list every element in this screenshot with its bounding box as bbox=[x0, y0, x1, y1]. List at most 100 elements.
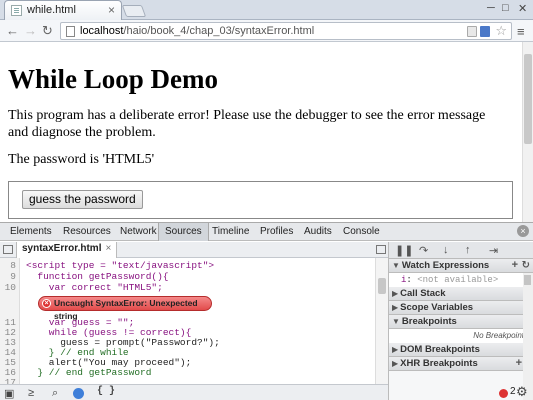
guess-password-button[interactable]: guess the password bbox=[22, 190, 143, 209]
watch-value: <not available> bbox=[417, 275, 499, 285]
collapse-triangle-icon: ▶ bbox=[392, 289, 399, 298]
pause-on-exceptions-icon[interactable] bbox=[73, 388, 84, 399]
collapse-triangle-icon: ▶ bbox=[392, 303, 399, 312]
minimize-icon[interactable]: ─ bbox=[487, 2, 495, 14]
line-number[interactable]: 9 bbox=[0, 272, 16, 282]
no-breakpoints-text: No Breakpoints bbox=[389, 329, 533, 343]
sidebar-toggle-icon[interactable] bbox=[3, 245, 13, 254]
debugger-toggle-icon[interactable] bbox=[376, 245, 386, 254]
devtools-close-icon[interactable]: × bbox=[517, 225, 529, 237]
code-text: function getPassword(){ bbox=[26, 271, 169, 282]
file-tab[interactable]: syntaxError.html × bbox=[16, 242, 118, 258]
debugger-toolbar: ❚❚ ↷ ↓ ↑ ⇥ bbox=[389, 242, 533, 259]
new-tab-button[interactable] bbox=[121, 5, 147, 17]
button-container: guess the password bbox=[8, 181, 513, 219]
watch-item[interactable]: i: <not available> bbox=[389, 273, 533, 287]
page-title: While Loop Demo bbox=[8, 64, 219, 94]
tab-resources[interactable]: Resources bbox=[63, 226, 111, 237]
url-text[interactable]: localhost/haio/book_4/chap_03/syntaxErro… bbox=[80, 25, 314, 37]
step-over-icon[interactable]: ↷ bbox=[419, 244, 428, 257]
debugger-scrollbar[interactable] bbox=[523, 273, 533, 400]
bookmark-star-icon[interactable]: ☆ bbox=[495, 23, 507, 39]
watch-name: i bbox=[401, 275, 407, 285]
tab-console[interactable]: Console bbox=[343, 226, 380, 237]
debugger-sidebar: ❚❚ ↷ ↓ ↑ ⇥ ▼ Watch Expressions + ↻ i: <not … bbox=[388, 242, 533, 400]
code-scrollbar[interactable] bbox=[375, 258, 388, 384]
page-favicon-icon bbox=[11, 5, 22, 16]
deactivate-breakpoints-icon[interactable]: ⇥ bbox=[489, 244, 498, 257]
tab-audits[interactable]: Audits bbox=[304, 226, 332, 237]
debugger-scroll-thumb[interactable] bbox=[524, 275, 531, 285]
code-text: <script type = "text/javascript"> bbox=[26, 260, 215, 271]
code-scroll-thumb[interactable] bbox=[378, 278, 386, 294]
section-watch-expressions[interactable]: ▼ Watch Expressions + ↻ bbox=[389, 259, 533, 273]
error-count-icon[interactable] bbox=[499, 389, 508, 398]
line-number[interactable]: 8 bbox=[0, 261, 16, 271]
tab-close-icon[interactable]: × bbox=[108, 3, 115, 17]
tab-title: while.html bbox=[27, 4, 76, 16]
section-label: Breakpoints bbox=[401, 316, 457, 327]
error-count[interactable]: 2 bbox=[510, 386, 516, 397]
browser-tab[interactable]: while.html × bbox=[4, 0, 122, 20]
code-text: var correct "HTML5"; bbox=[26, 282, 163, 293]
section-scope-variables[interactable]: ▶ Scope Variables bbox=[389, 301, 533, 315]
extension-icon[interactable] bbox=[467, 26, 477, 37]
back-arrow-icon[interactable]: ← bbox=[6, 23, 19, 38]
section-label: DOM Breakpoints bbox=[400, 344, 480, 355]
page-viewport: While Loop Demo This program has a delib… bbox=[0, 42, 533, 222]
tab-network[interactable]: Network bbox=[120, 226, 157, 237]
add-xhr-icon[interactable]: + bbox=[516, 357, 522, 370]
section-label: Scope Variables bbox=[400, 302, 474, 313]
section-label: Call Stack bbox=[400, 288, 446, 299]
source-tabs: syntaxError.html × bbox=[0, 242, 388, 258]
code-editor[interactable]: 8 <script type = "text/javascript"> 9 fun… bbox=[0, 258, 388, 384]
section-dom-breakpoints[interactable]: ▶ DOM Breakpoints bbox=[389, 343, 533, 357]
line-number[interactable]: 10 bbox=[0, 283, 16, 293]
forward-arrow-icon[interactable]: → bbox=[24, 23, 37, 38]
tab-timeline[interactable]: Timeline bbox=[212, 226, 249, 237]
title-bar: while.html × ─ □ ✕ bbox=[0, 0, 533, 20]
expand-triangle-icon: ▼ bbox=[392, 317, 400, 326]
tab-sources[interactable]: Sources bbox=[158, 223, 209, 241]
dock-icon[interactable]: ▣ bbox=[4, 387, 14, 400]
collapse-triangle-icon: ▶ bbox=[392, 359, 399, 368]
devtools-tabbar: Elements Resources Network Sources Timel… bbox=[0, 223, 533, 241]
pause-icon[interactable]: ❚❚ bbox=[395, 244, 413, 257]
maximize-icon[interactable]: □ bbox=[502, 2, 509, 14]
search-icon[interactable]: ⌕ bbox=[52, 387, 58, 400]
add-watch-icon[interactable]: + bbox=[512, 259, 518, 272]
reload-icon[interactable]: ↻ bbox=[42, 23, 53, 39]
close-window-icon[interactable]: ✕ bbox=[518, 2, 527, 15]
page-description: This program has a deliberate error! Ple… bbox=[8, 108, 486, 140]
section-call-stack[interactable]: ▶ Call Stack bbox=[389, 287, 533, 301]
section-label: Watch Expressions bbox=[401, 260, 490, 271]
gear-icon[interactable]: ⚙ bbox=[516, 384, 528, 400]
tab-profiles[interactable]: Profiles bbox=[260, 226, 293, 237]
extension-blue-icon[interactable] bbox=[480, 26, 490, 37]
refresh-icon[interactable]: ↻ bbox=[522, 259, 530, 272]
file-tab-label: syntaxError.html bbox=[22, 243, 102, 254]
browser-menu-icon[interactable]: ≡ bbox=[517, 24, 525, 39]
url-path: /haio/book_4/chap_03/syntaxError.html bbox=[123, 25, 315, 37]
error-message: × Uncaught SyntaxError: Unexpected strin… bbox=[38, 296, 212, 321]
password-hint: The password is 'HTML5' bbox=[8, 152, 155, 167]
collapse-triangle-icon: ▶ bbox=[392, 345, 399, 354]
section-xhr-breakpoints[interactable]: ▶ XHR Breakpoints + bbox=[389, 357, 533, 371]
tab-elements[interactable]: Elements bbox=[10, 226, 52, 237]
page-scroll-thumb[interactable] bbox=[524, 54, 532, 144]
error-icon: × bbox=[42, 299, 51, 308]
step-into-icon[interactable]: ↓ bbox=[443, 244, 449, 256]
page-icon bbox=[66, 26, 75, 37]
step-out-icon[interactable]: ↑ bbox=[465, 244, 471, 256]
browser-toolbar: ← → ↻ localhost/haio/book_4/chap_03/synt… bbox=[0, 20, 533, 42]
address-bar[interactable]: localhost/haio/book_4/chap_03/syntaxErro… bbox=[60, 22, 512, 40]
code-text: } // end getPassword bbox=[26, 367, 152, 378]
pretty-print-icon[interactable]: { } bbox=[97, 386, 115, 397]
url-host: localhost bbox=[80, 25, 124, 37]
devtools-panel: Elements Resources Network Sources Timel… bbox=[0, 222, 533, 400]
section-breakpoints[interactable]: ▼ Breakpoints bbox=[389, 315, 533, 329]
file-tab-close-icon[interactable]: × bbox=[105, 243, 111, 254]
show-console-icon[interactable]: ≥ bbox=[28, 387, 34, 399]
expand-triangle-icon: ▼ bbox=[392, 261, 400, 270]
page-scrollbar[interactable] bbox=[522, 42, 533, 222]
